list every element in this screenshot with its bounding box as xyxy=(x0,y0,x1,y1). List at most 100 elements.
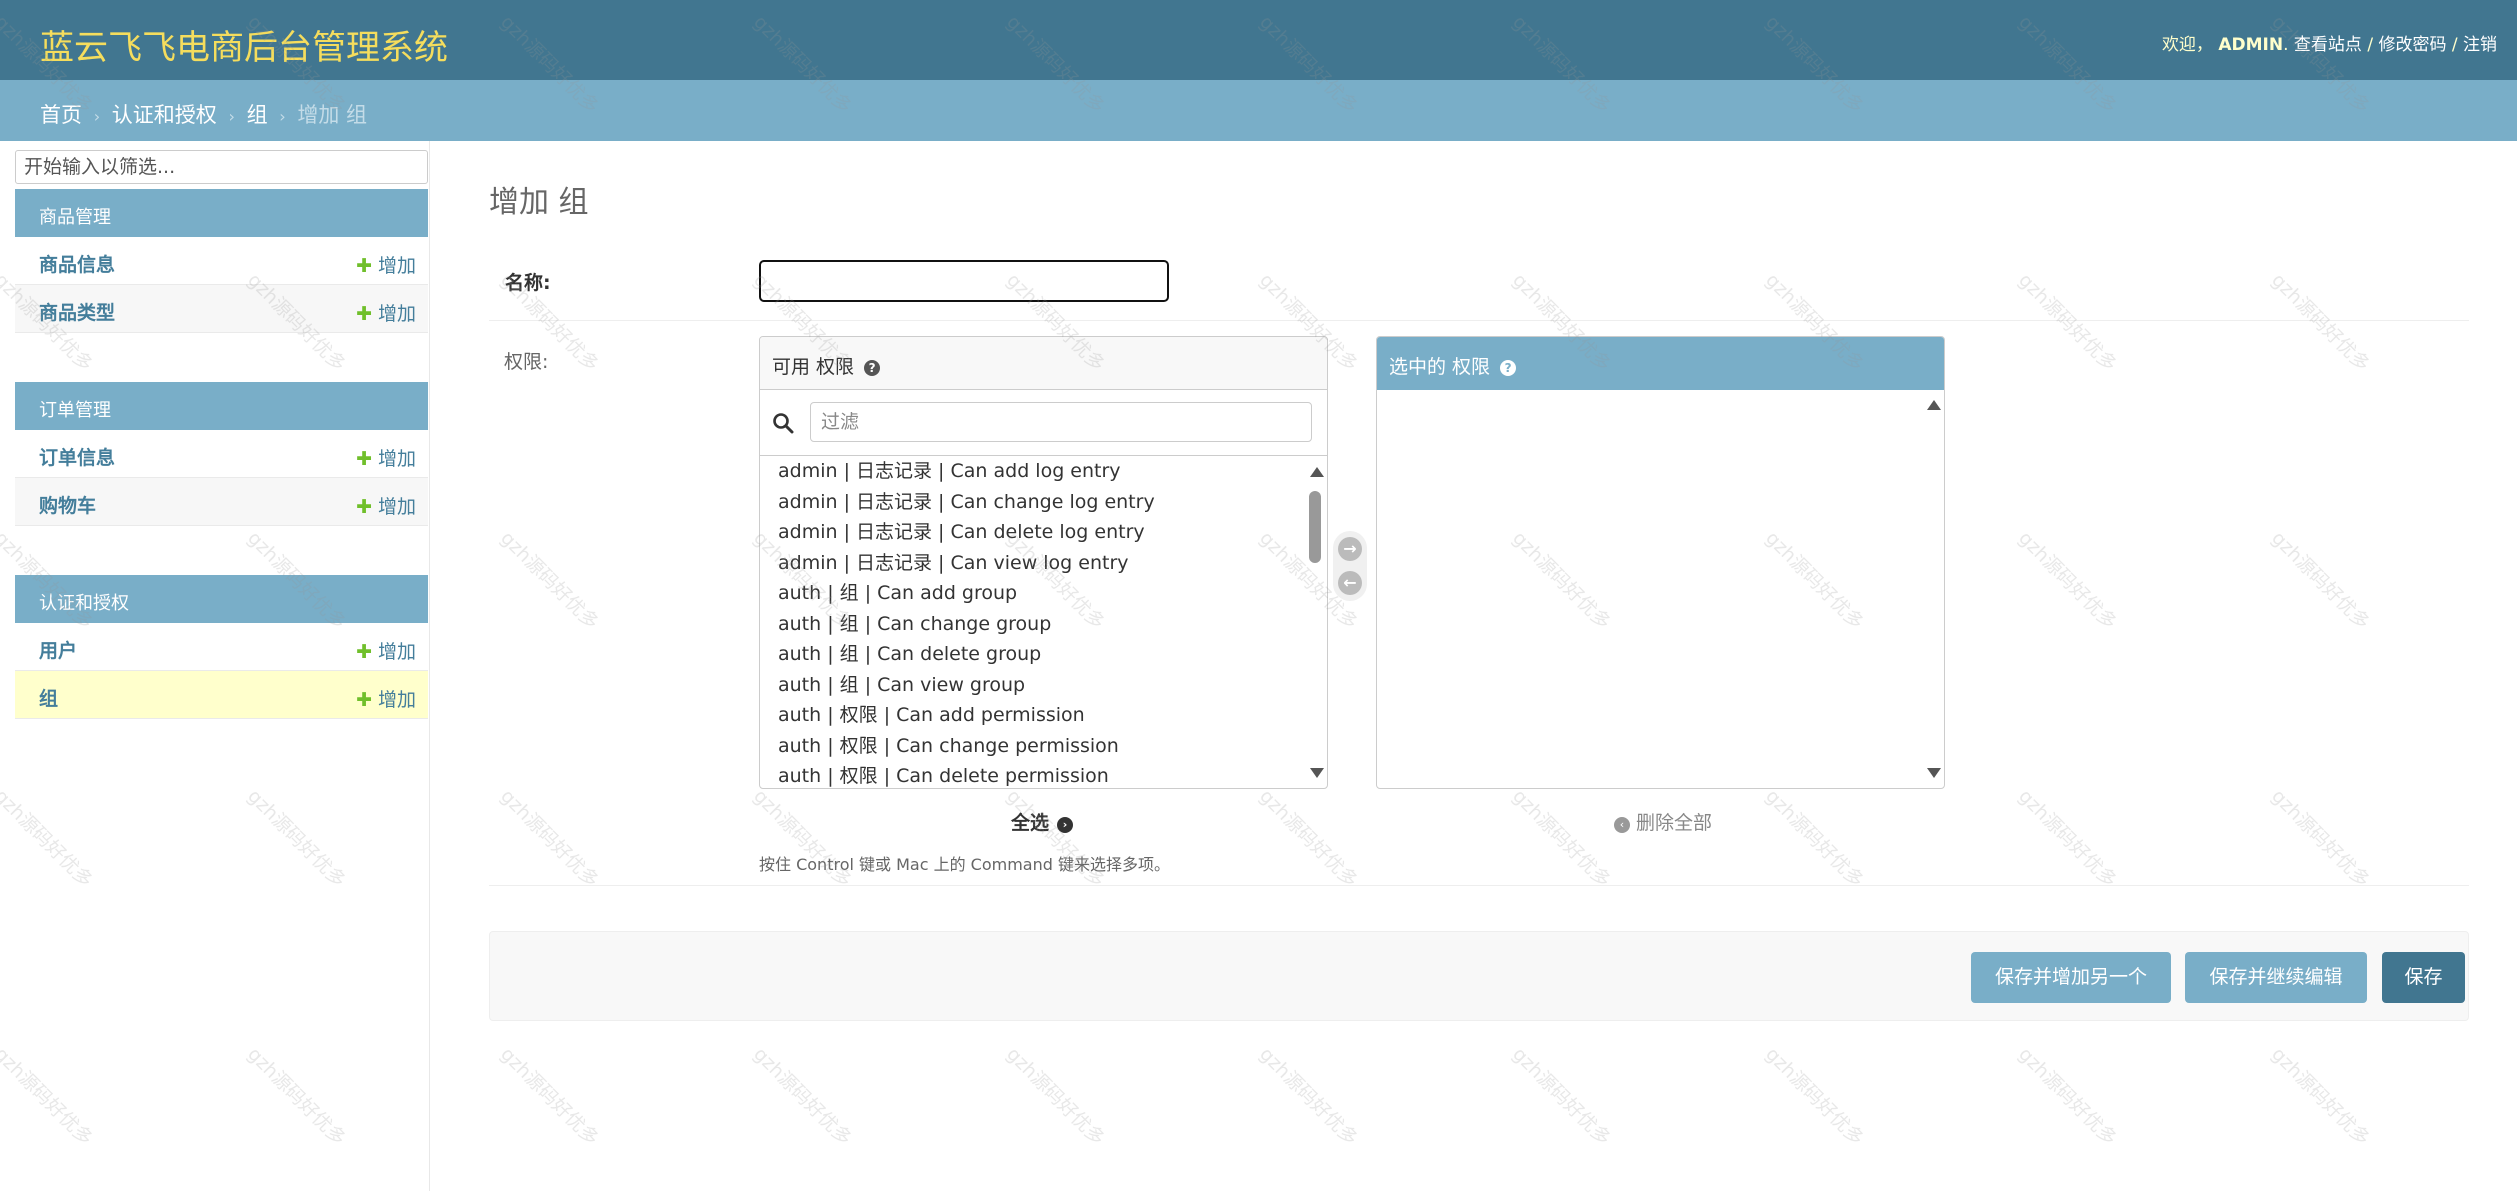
scroll-down-arrow-icon[interactable] xyxy=(1310,768,1324,778)
save-and-add-another-button[interactable]: 保存并增加另一个 xyxy=(1971,952,2171,1003)
model-name[interactable]: 组 xyxy=(39,684,58,711)
add-label: 增加 xyxy=(377,641,416,663)
separator: / xyxy=(2451,35,2458,55)
choose-all-link[interactable]: 全选 › xyxy=(1011,808,1074,835)
chosen-permissions-box: 选中的 权限? xyxy=(1376,336,1945,789)
arrow-right-circle-icon: › xyxy=(1057,817,1074,833)
permission-filter-input[interactable] xyxy=(810,402,1312,442)
add-label: 增加 xyxy=(377,255,416,277)
name-input[interactable] xyxy=(759,260,1169,302)
add-link[interactable]: ✚ 增加 xyxy=(356,299,416,326)
add-link[interactable]: ✚ 增加 xyxy=(356,492,416,519)
remove-all-link[interactable]: ‹ 删除全部 xyxy=(1614,808,1712,835)
name-label: 名称: xyxy=(505,272,551,294)
plus-icon: ✚ xyxy=(356,689,372,711)
breadcrumb-separator: › xyxy=(93,107,101,126)
permission-option[interactable]: admin | 日志记录 | Can add log entry xyxy=(760,457,1305,488)
scroll-down-arrow-icon[interactable] xyxy=(1927,768,1941,778)
available-permissions-list[interactable]: admin | 日志记录 | Can add log entry admin | … xyxy=(760,457,1305,788)
breadcrumb-group[interactable]: 组 xyxy=(247,103,268,127)
breadcrumb: 首页 › 认证和授权 › 组 › 增加 组 xyxy=(0,80,2517,141)
main-content: 增加 组 名称: 权限: 可用 权限? admin | 日志记录 | Can a… xyxy=(431,141,2517,1191)
model-name[interactable]: 商品信息 xyxy=(39,250,115,277)
sidebar-item-users[interactable]: 用户 ✚ 增加 xyxy=(15,623,428,671)
change-password-link[interactable]: 修改密码 xyxy=(2378,35,2446,55)
plus-icon: ✚ xyxy=(356,255,372,277)
breadcrumb-separator: › xyxy=(279,107,286,126)
help-icon[interactable]: ? xyxy=(1500,360,1517,376)
view-site-link[interactable]: 查看站点 xyxy=(2294,35,2362,55)
chosen-title: 选中的 权限? xyxy=(1377,337,1944,390)
app-caption[interactable]: 订单管理 xyxy=(15,382,428,430)
user-tools: 欢迎， ADMIN. 查看站点 / 修改密码 / 注销 xyxy=(2161,35,2497,55)
nav-filter-input[interactable] xyxy=(15,150,428,184)
chosen-title-text: 选中的 权限 xyxy=(1389,356,1491,378)
sidebar-item-goods-info[interactable]: 商品信息 ✚ 增加 xyxy=(15,237,428,285)
permission-option[interactable]: auth | 权限 | Can add permission xyxy=(760,701,1305,732)
scrollbar[interactable] xyxy=(1305,457,1327,788)
nav-sidebar: 商品管理 商品信息 ✚增加 商品类型 ✚增加 订单管理 订单信息 ✚增加 购物车… xyxy=(0,141,430,1191)
breadcrumb-auth[interactable]: 认证和授权 xyxy=(112,103,217,127)
plus-icon: ✚ xyxy=(356,303,372,325)
choose-all-label: 全选 xyxy=(1011,812,1050,834)
welcome-text: 欢迎， xyxy=(2161,35,2213,55)
remove-all-label: 删除全部 xyxy=(1636,812,1713,834)
permission-option[interactable]: auth | 组 | Can change group xyxy=(760,610,1305,641)
scrollbar-thumb[interactable] xyxy=(1309,491,1321,563)
permission-option[interactable]: auth | 组 | Can delete group xyxy=(760,640,1305,671)
site-name[interactable]: 蓝云飞飞电商后台管理系统 xyxy=(40,20,448,69)
model-name[interactable]: 用户 xyxy=(39,636,77,663)
add-link[interactable]: ✚ 增加 xyxy=(356,685,416,712)
permission-option[interactable]: admin | 日志记录 | Can view log entry xyxy=(760,549,1305,580)
add-label: 增加 xyxy=(377,448,416,470)
sidebar-item-goods-type[interactable]: 商品类型 ✚ 增加 xyxy=(15,285,428,333)
app-caption[interactable]: 认证和授权 xyxy=(15,575,428,623)
available-permissions-box: 可用 权限? admin | 日志记录 | Can add log entrya… xyxy=(759,336,1328,789)
add-label: 增加 xyxy=(377,496,416,518)
add-label: 增加 xyxy=(377,689,416,711)
help-text: 按住 Control 键或 Mac 上的 Command 键来选择多项。 xyxy=(759,855,1170,874)
plus-icon: ✚ xyxy=(356,641,372,663)
available-title: 可用 权限? xyxy=(760,337,1327,390)
page-title: 增加 组 xyxy=(489,185,589,220)
sidebar-item-groups[interactable]: 组 ✚ 增加 xyxy=(15,671,428,719)
app-auth: 认证和授权 用户 ✚ 增加 组 ✚ 增加 xyxy=(15,575,428,719)
permission-option[interactable]: admin | 日志记录 | Can change log entry xyxy=(760,488,1305,519)
scrollbar[interactable] xyxy=(1922,390,1944,788)
permission-option[interactable]: admin | 日志记录 | Can delete log entry xyxy=(760,518,1305,549)
sidebar-item-order-info[interactable]: 订单信息 ✚ 增加 xyxy=(15,430,428,478)
scroll-up-arrow-icon[interactable] xyxy=(1927,400,1941,410)
permission-option[interactable]: auth | 权限 | Can change permission xyxy=(760,732,1305,763)
form-row-name: 名称: xyxy=(489,238,2469,321)
breadcrumb-home[interactable]: 首页 xyxy=(40,103,82,127)
filter-row xyxy=(760,390,1327,456)
permission-option[interactable]: auth | 组 | Can view group xyxy=(760,671,1305,702)
arrow-left-circle-icon: ‹ xyxy=(1614,817,1630,833)
model-name[interactable]: 购物车 xyxy=(39,491,96,518)
save-button[interactable]: 保存 xyxy=(2382,952,2465,1003)
permission-option[interactable]: auth | 组 | Can add group xyxy=(760,579,1305,610)
username: ADMIN xyxy=(2218,35,2284,55)
arrow-left-circle-icon[interactable]: ← xyxy=(1338,571,1362,595)
arrow-right-circle-icon[interactable]: → xyxy=(1338,537,1362,561)
model-name[interactable]: 订单信息 xyxy=(39,443,115,470)
add-link[interactable]: ✚ 增加 xyxy=(356,251,416,278)
plus-icon: ✚ xyxy=(356,496,372,518)
selector-move-buttons: → ← xyxy=(1333,531,1367,601)
breadcrumb-separator: › xyxy=(228,107,235,126)
model-name[interactable]: 商品类型 xyxy=(39,298,115,325)
add-label: 增加 xyxy=(377,303,416,325)
logout-link[interactable]: 注销 xyxy=(2463,35,2497,55)
separator: / xyxy=(2367,35,2374,55)
add-link[interactable]: ✚ 增加 xyxy=(356,444,416,471)
sidebar-item-cart[interactable]: 购物车 ✚ 增加 xyxy=(15,478,428,526)
app-goods: 商品管理 商品信息 ✚ 增加 商品类型 ✚ 增加 xyxy=(15,189,428,333)
app-orders: 订单管理 订单信息 ✚ 增加 购物车 ✚ 增加 xyxy=(15,382,428,526)
add-link[interactable]: ✚ 增加 xyxy=(356,637,416,664)
permission-option[interactable]: auth | 权限 | Can delete permission xyxy=(760,762,1305,788)
help-icon[interactable]: ? xyxy=(864,360,881,376)
app-caption[interactable]: 商品管理 xyxy=(15,189,428,237)
scroll-up-arrow-icon[interactable] xyxy=(1310,467,1324,477)
search-icon xyxy=(773,413,794,434)
save-and-continue-button[interactable]: 保存并继续编辑 xyxy=(2185,952,2367,1003)
